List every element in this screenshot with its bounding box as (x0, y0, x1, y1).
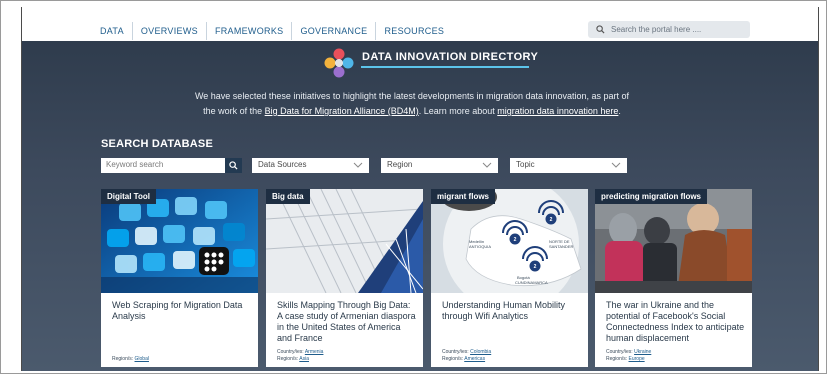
card-country: Country/ies: Colombia (442, 349, 491, 355)
intro-text-part: . (618, 106, 621, 116)
nav-item-resources[interactable]: RESOURCES (376, 22, 452, 40)
card-tag: Big data (266, 189, 310, 204)
map-count: 2 (514, 237, 517, 243)
directory-card[interactable]: predicting migration flows The war in Uk… (595, 189, 752, 367)
map-label: ANTIOQUIA (469, 244, 491, 249)
search-database-heading: SEARCH DATABASE (101, 138, 213, 150)
card-image-map: 2 2 2 Medellín ANTIOQUIA NORTE DE SANTAN… (431, 189, 588, 293)
chevron-down-icon (482, 162, 492, 168)
intro-text-part: the work of the (203, 106, 265, 116)
card-region: Region/s: Europe (606, 356, 645, 362)
country-link[interactable]: Ukraine (634, 349, 651, 355)
intro-text: We have selected these initiatives to hi… (172, 89, 652, 119)
map-count: 2 (550, 217, 553, 223)
map-label: CUNDINAMARCA (515, 280, 548, 285)
nav-item-overviews[interactable]: OVERVIEWS (133, 22, 207, 40)
region-meta-label: Region/s: (606, 356, 628, 362)
card-country: Country/ies: Ukraine (606, 349, 651, 355)
card-title[interactable]: Web Scraping for Migration Data Analysis (112, 300, 252, 322)
region-meta-label: Region/s: (277, 356, 299, 362)
region-link[interactable]: Global (135, 356, 149, 362)
data-sources-label: Data Sources (258, 160, 307, 169)
browser-frame: DATA OVERVIEWS FRAMEWORKS GOVERNANCE RES… (0, 0, 827, 374)
topic-dropdown[interactable]: Topic (510, 158, 627, 173)
portal-search-input[interactable]: Search the portal here .... (588, 21, 750, 38)
intro-text-part: . Learn more about (418, 106, 498, 116)
region-label: Region (387, 160, 413, 169)
migration-data-innovation-link[interactable]: migration data innovation here (497, 106, 618, 116)
map-count: 2 (534, 264, 537, 270)
region-link[interactable]: Americas (464, 356, 485, 362)
card-region: Region/s: Global (112, 356, 149, 362)
chevron-down-icon (611, 162, 621, 168)
card-image-app-icons (101, 189, 258, 293)
card-title[interactable]: The war in Ukraine and the potential of … (606, 300, 746, 344)
country-meta-label: Country/ies: (442, 349, 469, 355)
hero-section: DATA INNOVATION DIRECTORY We have select… (22, 41, 818, 371)
nav-item-governance[interactable]: GOVERNANCE (292, 22, 377, 40)
country-link[interactable]: Colombia (470, 349, 491, 355)
region-meta-label: Region/s: (442, 356, 464, 362)
intro-line-1: We have selected these initiatives to hi… (194, 91, 630, 101)
card-title[interactable]: Understanding Human Mobility through Wif… (442, 300, 582, 322)
nav-item-data[interactable]: DATA (94, 22, 133, 40)
directory-card[interactable]: 2 2 2 Medellín ANTIOQUIA NORTE DE SANTAN… (431, 189, 588, 367)
portal-search-placeholder: Search the portal here .... (611, 25, 702, 34)
card-tag: migrant flows (431, 189, 496, 204)
title-underline (361, 66, 529, 68)
region-meta-label: Region/s: (112, 356, 134, 362)
search-icon (596, 25, 605, 34)
region-link[interactable]: Asia (299, 356, 309, 362)
keyword-search-button[interactable] (225, 158, 242, 173)
nav-menu: DATA OVERVIEWS FRAMEWORKS GOVERNANCE RES… (94, 22, 452, 40)
country-link[interactable]: Armenia (305, 349, 324, 355)
card-country: Country/ies: Armenia (277, 349, 323, 355)
card-title[interactable]: Skills Mapping Through Big Data: A case … (277, 300, 417, 344)
directory-logo (324, 48, 354, 78)
directory-card[interactable]: Big data Skills Mapping Through Big Data… (266, 189, 423, 367)
nav-item-frameworks[interactable]: FRAMEWORKS (207, 22, 293, 40)
page-title: DATA INNOVATION DIRECTORY (362, 51, 539, 63)
card-tag: Digital Tool (101, 189, 156, 204)
region-dropdown[interactable]: Region (381, 158, 498, 173)
data-sources-dropdown[interactable]: Data Sources (252, 158, 369, 173)
directory-card[interactable]: Digital Tool Web Scraping for Migration … (101, 189, 258, 367)
card-region: Region/s: Americas (442, 356, 485, 362)
card-image-people (595, 189, 752, 293)
keyword-search-input[interactable]: Keyword search (101, 158, 225, 173)
card-tag: predicting migration flows (595, 189, 708, 204)
country-meta-label: Country/ies: (606, 349, 633, 355)
card-image-architecture (266, 189, 423, 293)
bd4m-link[interactable]: Big Data for Migration Alliance (BD4M) (265, 106, 419, 116)
map-label: SANTANDER (549, 244, 573, 249)
region-link[interactable]: Europe (629, 356, 645, 362)
page: DATA OVERVIEWS FRAMEWORKS GOVERNANCE RES… (21, 7, 819, 371)
chevron-down-icon (353, 162, 363, 168)
topic-label: Topic (516, 160, 535, 169)
card-region: Region/s: Asia (277, 356, 309, 362)
country-meta-label: Country/ies: (277, 349, 304, 355)
search-icon (229, 161, 238, 170)
